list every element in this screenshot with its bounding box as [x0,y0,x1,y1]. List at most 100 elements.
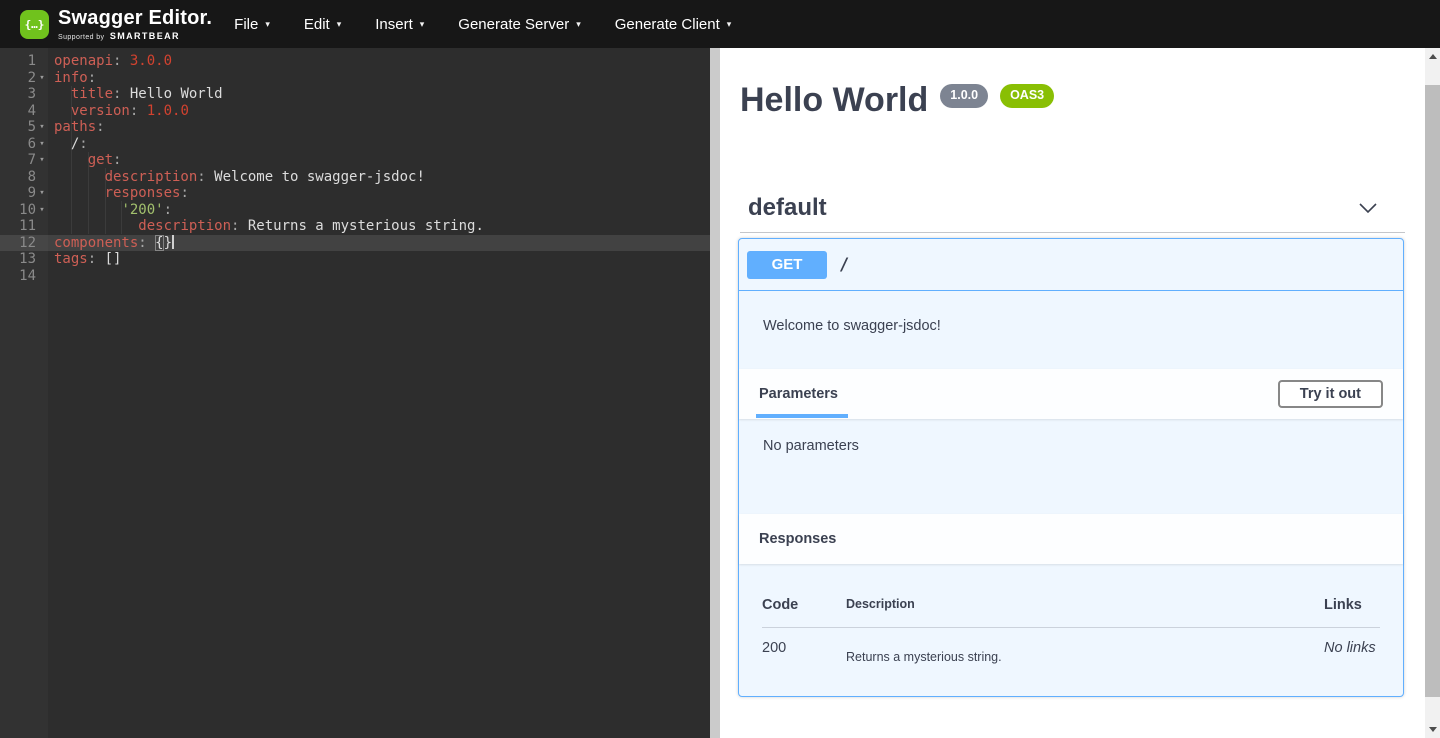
response-row-200: 200 Returns a mysterious string. No link… [762,628,1380,664]
line-number: 2▾ [0,70,48,87]
menu-generate-client[interactable]: Generate Client ▾ [615,16,732,33]
editor-line-12[interactable]: 12components: {} [0,235,710,252]
fold-arrow-icon[interactable]: ▾ [36,136,48,153]
chevron-down-icon[interactable] [1356,196,1380,220]
code-text: responses: [48,185,189,202]
line-number: 11 [0,218,48,235]
code-text: '200': [48,202,172,219]
editor-line-6[interactable]: 6▾ /: [0,136,710,153]
code-text: title: Hello World [48,86,223,103]
response-links: No links [1324,640,1380,664]
code-editor[interactable]: 1openapi: 3.0.02▾info:3 title: Hello Wor… [0,48,710,738]
menu-label: File [234,16,258,33]
api-docs-preview: Hello World 1.0.0 OAS3 default GET / Wel… [720,48,1425,738]
scroll-up-icon[interactable] [1425,48,1440,65]
brand-subtitle: Supported by SMARTBEAR [58,31,212,41]
code-text: openapi: 3.0.0 [48,53,172,70]
operation-description: Welcome to swagger-jsdoc! [739,291,1403,369]
tab-parameters[interactable]: Parameters [759,386,838,402]
code-text: get: [48,152,121,169]
editor-line-7[interactable]: 7▾ get: [0,152,710,169]
response-code: 200 [762,640,846,664]
responses-title: Responses [759,531,836,547]
line-number: 7▾ [0,152,48,169]
editor-line-8[interactable]: 8 description: Welcome to swagger-jsdoc! [0,169,710,186]
line-number: 12 [0,235,48,252]
editor-line-9[interactable]: 9▾ responses: [0,185,710,202]
line-number: 14 [0,268,48,285]
line-number: 9▾ [0,185,48,202]
version-badge: 1.0.0 [940,84,988,108]
editor-lines: 1openapi: 3.0.02▾info:3 title: Hello Wor… [0,53,710,284]
code-text: version: 1.0.0 [48,103,189,120]
scroll-down-icon[interactable] [1425,721,1440,738]
section-divider [740,232,1405,233]
caret-down-icon: ▾ [576,19,581,30]
line-number: 6▾ [0,136,48,153]
supported-by-label: Supported by [58,34,104,41]
menubar: File▾Edit▾Insert▾Generate Server▾Generat… [234,16,731,33]
tag-section-header[interactable]: default [748,190,1380,226]
brand: {…} Swagger Editor. Supported by SMARTBE… [20,8,212,41]
active-tab-underline [756,414,848,418]
code-text: description: Welcome to swagger-jsdoc! [48,169,425,186]
code-text: description: Returns a mysterious string… [48,218,484,235]
line-number: 8 [0,169,48,186]
menu-label: Edit [304,16,330,33]
fold-arrow-icon[interactable]: ▾ [36,119,48,136]
caret-down-icon: ▾ [420,19,425,30]
operation-description-text: Welcome to swagger-jsdoc! [763,318,1379,334]
line-number: 1 [0,53,48,70]
no-parameters-section: No parameters [739,419,1403,514]
responses-table: Code Description Links 200 Returns a mys… [739,564,1403,696]
scrollbar-thumb[interactable] [1425,85,1440,697]
operation-summary[interactable]: GET / [739,239,1403,291]
fold-arrow-icon[interactable]: ▾ [36,202,48,219]
editor-line-10[interactable]: 10▾ '200': [0,202,710,219]
oas3-badge: OAS3 [1000,84,1054,108]
line-number: 13 [0,251,48,268]
pane-splitter[interactable] [710,48,720,738]
fold-arrow-icon[interactable]: ▾ [36,70,48,87]
menu-edit[interactable]: Edit▾ [304,16,341,33]
preview-scrollbar[interactable] [1425,48,1440,738]
swagger-editor-app: {…} Swagger Editor. Supported by SMARTBE… [0,0,1440,738]
response-description: Returns a mysterious string. [846,650,1324,664]
menu-label: Insert [375,16,413,33]
fold-arrow-icon[interactable]: ▾ [36,152,48,169]
editor-line-4[interactable]: 4 version: 1.0.0 [0,103,710,120]
editor-line-2[interactable]: 2▾info: [0,70,710,87]
tag-name: default [748,194,827,222]
http-method-badge: GET [747,251,827,279]
editor-line-3[interactable]: 3 title: Hello World [0,86,710,103]
responses-table-header: Code Description Links [762,564,1380,613]
code-text: tags: [] [48,251,121,268]
fold-arrow-icon[interactable]: ▾ [36,185,48,202]
line-number: 4 [0,103,48,120]
line-number: 10▾ [0,202,48,219]
parameters-header: Parameters Try it out [739,369,1403,419]
app-title: Swagger Editor. [58,8,212,28]
menu-label: Generate Server [458,16,569,33]
menu-generate-server[interactable]: Generate Server ▾ [458,16,580,33]
code-text: components: {} [48,235,174,252]
editor-line-5[interactable]: 5▾paths: [0,119,710,136]
menu-label: Generate Client [615,16,720,33]
try-it-out-button[interactable]: Try it out [1278,380,1383,408]
code-text: info: [48,70,96,87]
code-text [48,268,54,285]
menu-insert[interactable]: Insert ▾ [375,16,424,33]
editor-line-14[interactable]: 14 [0,268,710,285]
col-code: Code [762,597,846,613]
text-cursor [172,235,174,249]
api-info: Hello World 1.0.0 OAS3 [740,82,1054,119]
editor-line-13[interactable]: 13tags: [] [0,251,710,268]
menu-file[interactable]: File▾ [234,16,270,33]
editor-line-1[interactable]: 1openapi: 3.0.0 [0,53,710,70]
line-number: 3 [0,86,48,103]
no-parameters-text: No parameters [763,438,859,454]
operation-path: / [839,255,849,275]
caret-down-icon: ▾ [727,19,732,30]
swagger-logo-icon: {…} [20,10,49,39]
editor-line-11[interactable]: 11 description: Returns a mysterious str… [0,218,710,235]
